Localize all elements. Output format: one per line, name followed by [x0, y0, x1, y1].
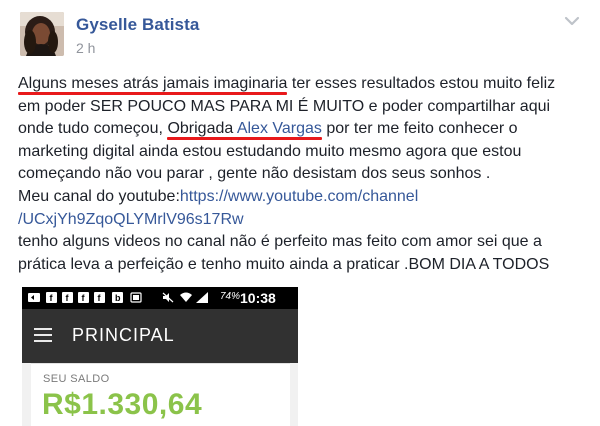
menu-icon[interactable] [34, 328, 52, 342]
post-line: Meu canal do youtube:https://www.youtube… [18, 186, 592, 209]
underlined-phrase: Alguns meses atrás jamais imaginaria [18, 75, 288, 92]
chevron-down-icon[interactable] [563, 14, 581, 28]
post-timestamp[interactable]: 2 h [76, 40, 95, 56]
text-span: por ter me feito conhecer o [321, 120, 518, 138]
text-span: ter esses resultados estou muito feliz [287, 75, 556, 92]
youtube-link-continued[interactable]: /UCxjYh9ZqoQLYMrlV96s17Rw [18, 211, 244, 228]
notification-icon [28, 293, 40, 302]
balance-label: SEU SALDO [43, 373, 110, 385]
text-span: onde tudo começou, [18, 120, 168, 138]
post-line: Alguns meses atrás jamais imaginaria ter… [18, 73, 592, 96]
post-line: prática leva a perfeição e tenho muito a… [18, 255, 550, 273]
avatar[interactable] [20, 12, 64, 56]
post-line: onde tudo começou, Obrigada Alex Vargas … [18, 118, 592, 141]
app-bar: PRINCIPAL [22, 309, 298, 363]
notification-icon: f [62, 292, 73, 303]
notification-icon [130, 292, 142, 303]
post-line: em poder SER POUCO MAS PARA MI É MUITO e… [18, 97, 551, 115]
notification-icon: f [78, 292, 89, 303]
text-span: Obrigada [167, 120, 237, 138]
facebook-post: Gyselle Batista 2 h Alguns meses atrás j… [0, 0, 600, 426]
avatar-image [20, 12, 64, 56]
youtube-link[interactable]: https://www.youtube.com/channel [180, 188, 418, 205]
underlined-phrase: Obrigada Alex Vargas [167, 120, 321, 137]
post-line: /UCxjYh9ZqoQLYMrlV96s17Rw [18, 209, 592, 232]
post-line: tenho alguns videos no canal não é perfe… [18, 233, 542, 251]
balance-value: R$1.330,64 [42, 388, 203, 421]
post-line: marketing digital ainda estou estudando … [18, 142, 522, 160]
post-line: começando não vou parar , gente não desi… [18, 165, 491, 183]
attached-photo[interactable]: f f f f b 74% 10:38 AM PRINCIPAL SEU SAL… [22, 287, 298, 426]
notification-icon: b [112, 292, 123, 303]
wifi-icon [180, 292, 192, 302]
svg-text:b: b [115, 293, 121, 303]
text-span: Meu canal do youtube: [18, 187, 180, 205]
signal-icon [196, 292, 208, 303]
author-name[interactable]: Gyselle Batista [76, 15, 199, 35]
phone-status-bar: f f f f b 74% 10:38 AM [22, 287, 298, 322]
app-title: PRINCIPAL [72, 325, 175, 345]
balance-card: SEU SALDO R$1.330,64 [31, 363, 290, 426]
battery-percent: 74% [220, 291, 241, 302]
notification-icon: f [46, 292, 57, 303]
mute-icon [162, 292, 174, 303]
tagged-user-link[interactable]: Alex Vargas [237, 120, 322, 137]
notification-icon: f [94, 292, 105, 303]
post-text: Alguns meses atrás jamais imaginaria ter… [18, 73, 592, 276]
